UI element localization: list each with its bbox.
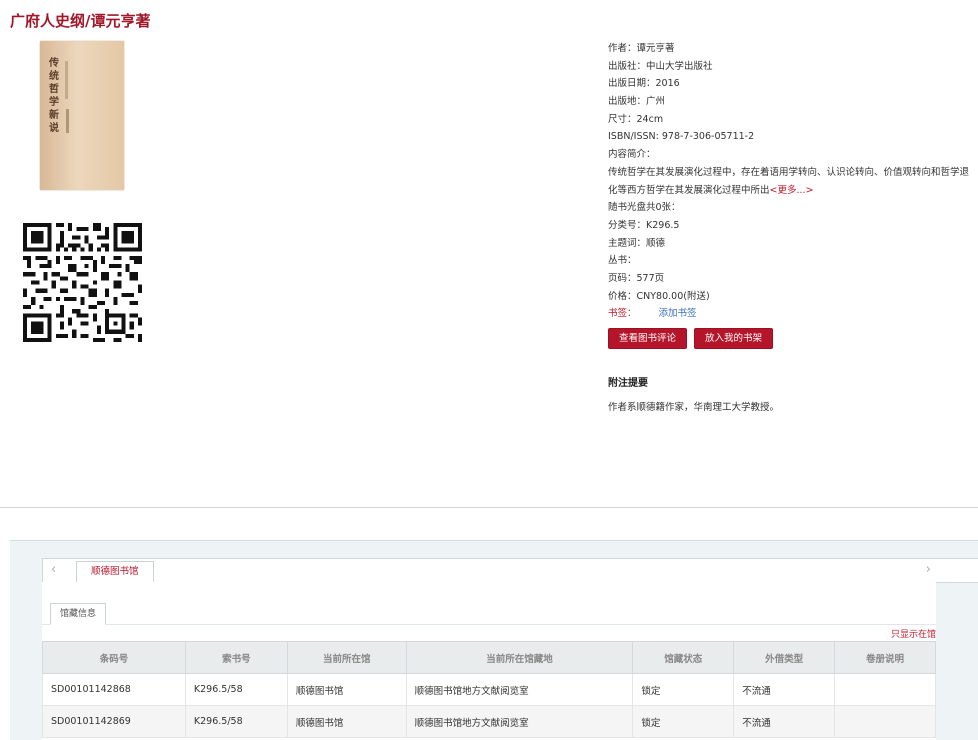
detail-series: 丛书：	[608, 255, 637, 267]
column-header: 外借类型	[733, 641, 836, 674]
detail-pages: 页码：577页	[608, 272, 665, 284]
detail-size: 尺寸：24cm	[608, 113, 664, 125]
column-header: 卷册说明	[834, 641, 936, 674]
view-reviews-button[interactable]: 查看图书评论	[608, 328, 688, 349]
chevron-right-icon[interactable]: ›	[926, 562, 931, 577]
barcode-cell: SD00101142869	[42, 705, 186, 738]
volume-note-cell	[834, 705, 936, 738]
detail-author: 作者：谭元亨著	[608, 43, 675, 54]
table-row: SD00101142869 K296.5/58 顺德图书馆 顺德图书馆地方文献阅…	[42, 705, 936, 738]
table-row: SD00101142868 K296.5/58 顺德图书馆 顺德图书馆地方文献阅…	[42, 673, 936, 706]
call-number-cell: K296.5/58	[184, 705, 288, 738]
subtab-divider	[42, 624, 936, 625]
volume-note-cell	[834, 673, 936, 706]
action-buttons: 查看图书评论 放入我的书架	[608, 328, 780, 349]
tab-holdings-info[interactable]: 馆藏信息	[50, 603, 107, 625]
call-number-cell: K296.5/58	[184, 673, 288, 706]
loan-type-cell: 不流通	[733, 705, 836, 738]
qr-code-image	[23, 223, 142, 342]
book-details: 作者：谭元亨著 出版社：中山大学出版社 出版日期：2016 出版地：广州 尺寸：…	[608, 40, 978, 323]
detail-cd-count: 随书光盘共0张：	[608, 202, 681, 214]
library-tab-bar: ‹ 顺德图书馆 ›	[42, 558, 978, 583]
location-cell: 顺德图书馆地方文献阅览室	[405, 705, 634, 738]
column-header: 当前所在馆	[286, 641, 407, 674]
detail-summary-label: 内容简介：	[608, 149, 656, 161]
holdings-table: 条码号 索书号 当前所在馆 当前所在馆藏地 馆藏状态 外借类型 卷册说明 SD0…	[42, 641, 936, 738]
section-divider	[0, 507, 978, 508]
status-cell: 锁定	[632, 705, 735, 738]
location-cell: 顺德图书馆地方文献阅览室	[405, 673, 634, 706]
status-cell: 锁定	[632, 673, 735, 706]
notes-heading: 附注提要	[608, 378, 648, 389]
column-header: 当前所在馆藏地	[405, 641, 634, 674]
table-header-row: 条码号 索书号 当前所在馆 当前所在馆藏地 馆藏状态 外借类型 卷册说明	[42, 641, 936, 674]
notes-text: 作者系顺德籍作家，华南理工大学教授。	[608, 402, 780, 413]
detail-price: 价格：CNY80.00(附送)	[608, 290, 710, 302]
add-to-shelf-button[interactable]: 放入我的书架	[694, 328, 774, 349]
cover-decoration	[65, 61, 68, 99]
add-tag-link[interactable]: 添加书签	[659, 308, 697, 319]
detail-subject: 主题词：顺德	[608, 237, 666, 249]
cover-decoration	[66, 109, 69, 133]
column-header: 馆藏状态	[632, 641, 735, 674]
cover-title: 传统哲学新说	[49, 58, 59, 134]
summary-text: 传统哲学在其发展演化过程中，存在着语用学转向、认识论转向、价值观转向和哲学退化等…	[608, 166, 970, 196]
book-title: 广府人史纲/谭元亨著	[10, 12, 151, 30]
detail-isbn: ISBN/ISSN: 978-7-306-05711-2	[608, 131, 755, 143]
detail-pub-date: 出版日期：2016	[608, 78, 680, 90]
barcode-cell: SD00101142868	[42, 673, 186, 706]
book-cover-image: 传统哲学新说	[40, 41, 124, 190]
more-link[interactable]: <更多...>	[770, 185, 814, 196]
library-cell: 顺德图书馆	[286, 705, 407, 738]
detail-class-number: 分类号：K296.5	[608, 219, 680, 231]
library-cell: 顺德图书馆	[286, 673, 407, 706]
column-header: 索书号	[184, 641, 288, 674]
column-header: 条码号	[42, 641, 186, 674]
detail-publisher: 出版社：中山大学出版社	[608, 60, 713, 72]
detail-pub-place: 出版地：广州	[608, 96, 666, 108]
detail-tags: 书签： 添加书签	[608, 308, 697, 320]
holdings-panel: ‹ 顺德图书馆 › 馆藏信息 只显示在馆 条码号 索书号 当前所在馆 当前所在馆…	[10, 540, 978, 740]
chevron-left-icon[interactable]: ‹	[51, 562, 56, 577]
loan-type-cell: 不流通	[733, 673, 836, 706]
tab-library[interactable]: 顺德图书馆	[76, 561, 154, 583]
only-show-available-link[interactable]: 只显示在馆	[891, 627, 936, 640]
holdings-content: 馆藏信息 只显示在馆 条码号 索书号 当前所在馆 当前所在馆藏地 馆藏状态 外借…	[42, 582, 936, 740]
